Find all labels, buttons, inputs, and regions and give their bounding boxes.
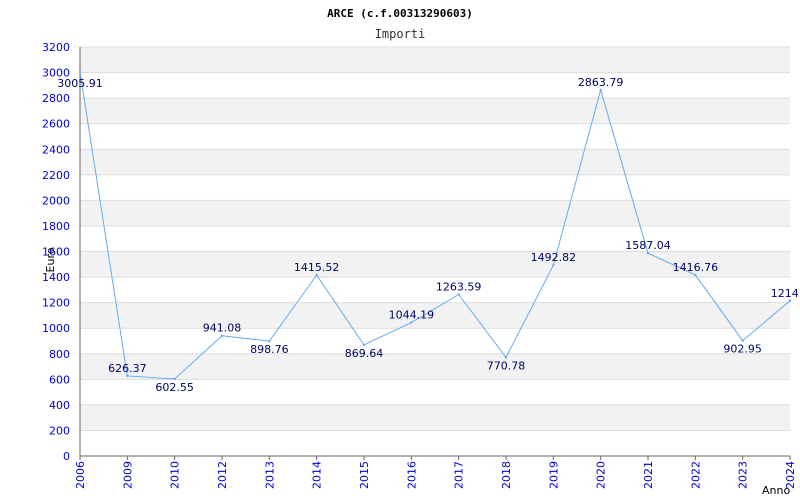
grid-band — [80, 149, 790, 175]
x-tick-label: 2013 — [263, 461, 276, 489]
data-label: 1214.3 — [771, 287, 800, 300]
x-tick-label: 2021 — [642, 461, 655, 489]
data-point — [315, 273, 318, 277]
x-tick-label: 2022 — [689, 461, 702, 489]
chart-title: ARCE (c.f.00313290603) — [327, 7, 473, 20]
data-point — [741, 339, 744, 342]
y-axis-title: Euro — [44, 247, 57, 272]
x-tick-label: 2019 — [547, 461, 560, 489]
x-tick-label: 2017 — [453, 461, 466, 489]
y-tick-label: 400 — [49, 399, 70, 412]
grid-band — [80, 404, 790, 431]
x-axis-title: Anno — [762, 484, 790, 497]
x-tick-label: 2009 — [121, 461, 134, 489]
grid-band — [80, 302, 790, 329]
data-label: 626.37 — [108, 362, 147, 375]
data-point — [694, 273, 697, 277]
y-tick-label: 2200 — [42, 169, 70, 182]
data-point — [362, 343, 366, 347]
data-point — [504, 356, 508, 359]
y-tick-label: 3200 — [42, 41, 70, 54]
data-point — [268, 339, 271, 343]
y-tick-label: 600 — [49, 373, 70, 386]
data-label: 770.78 — [487, 359, 526, 372]
x-tick-label: 2014 — [311, 461, 324, 489]
grid-band — [80, 47, 790, 73]
data-point — [78, 70, 82, 74]
data-label: 898.76 — [250, 343, 289, 356]
x-tick-label: 2006 — [74, 461, 87, 489]
x-tick-label: 2010 — [169, 461, 182, 489]
data-point — [457, 293, 460, 296]
x-tick-label: 2018 — [500, 461, 513, 489]
y-tick-label: 1800 — [42, 220, 70, 233]
line-chart: ARCE (c.f.00313290603) Importi 0 200 400 60… — [42, 7, 800, 497]
x-tick-label: 2015 — [358, 461, 371, 489]
x-tick-label: 2023 — [737, 461, 750, 489]
y-tick-label: 1200 — [42, 297, 70, 310]
y-tick-label: 1000 — [42, 322, 70, 335]
y-tick-label: 0 — [63, 450, 70, 463]
y-tick-label: 2600 — [42, 118, 70, 131]
x-axis-ticks: 2006 2009 2010 2012 2013 2014 2015 2016 2017 2018… — [74, 456, 797, 489]
data-label: 1044.19 — [389, 309, 435, 322]
data-label: 1587.04 — [625, 239, 671, 252]
x-tick-label: 2020 — [595, 461, 608, 489]
background-bands — [80, 47, 790, 431]
data-label: 941.08 — [203, 322, 242, 335]
grid-band — [80, 353, 790, 380]
data-point — [599, 88, 602, 92]
data-label: 602.55 — [155, 381, 194, 394]
y-tick-label: 2000 — [42, 194, 70, 207]
data-label: 1416.76 — [673, 261, 719, 274]
data-point — [788, 299, 792, 302]
x-tick-label: 2012 — [216, 461, 229, 489]
data-point — [646, 251, 650, 255]
x-tick-label: 2016 — [405, 461, 418, 489]
data-point — [552, 263, 555, 267]
data-point — [410, 321, 413, 324]
grid-band — [80, 200, 790, 226]
y-tick-label: 2800 — [42, 92, 70, 105]
data-label: 1492.82 — [531, 251, 577, 264]
data-label: 1415.52 — [294, 261, 340, 274]
grid-band — [80, 98, 790, 124]
data-label: 3005.91 — [57, 77, 103, 90]
data-label: 902.95 — [723, 343, 762, 356]
data-point — [220, 334, 224, 337]
y-tick-label: 2400 — [42, 143, 70, 156]
data-label: 869.64 — [345, 347, 384, 360]
chart-subtitle: Importi — [375, 27, 426, 41]
y-tick-label: 800 — [49, 348, 70, 361]
data-point — [173, 377, 176, 381]
data-label: 2863.79 — [578, 76, 624, 89]
data-point — [126, 374, 129, 378]
y-tick-label: 200 — [49, 424, 70, 437]
data-label: 1263.59 — [436, 280, 482, 293]
